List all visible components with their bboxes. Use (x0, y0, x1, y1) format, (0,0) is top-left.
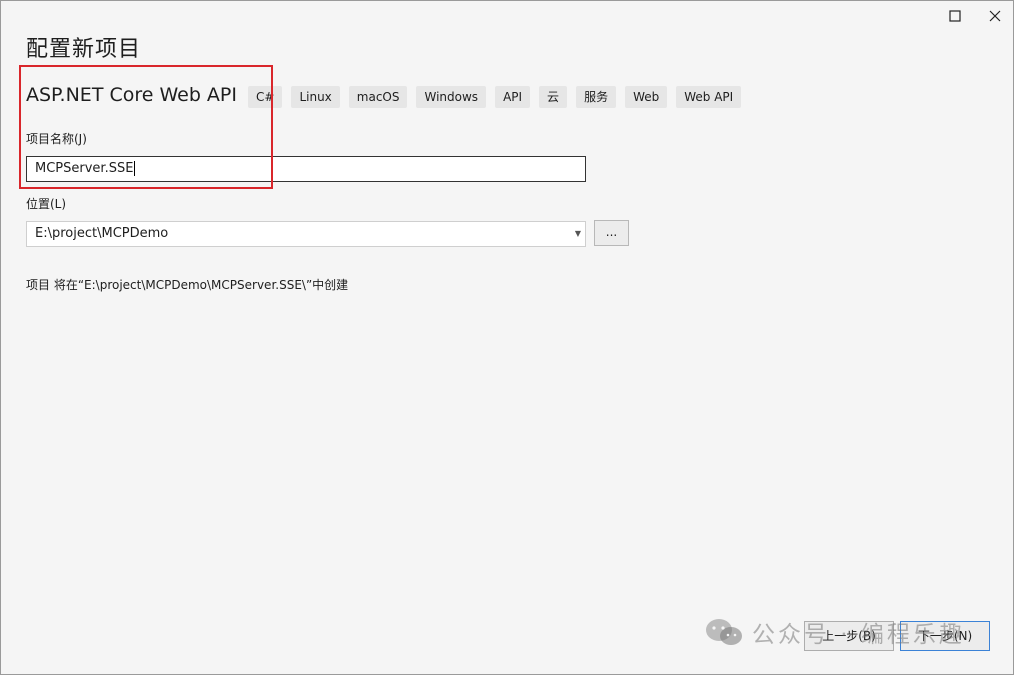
location-label: 位置(L) (26, 197, 67, 211)
next-button[interactable]: 下一步(N) (900, 621, 990, 651)
template-tags: C# Linux macOS Windows API 云 服务 Web Web … (248, 86, 742, 108)
close-icon (989, 10, 1001, 22)
chevron-down-icon[interactable]: ▼ (575, 222, 581, 246)
maximize-icon (949, 10, 961, 22)
tag-web: Web (625, 86, 668, 108)
tag-linux: Linux (291, 86, 340, 108)
tag-csharp: C# (248, 86, 283, 108)
dialog-window: 配置新项目 ASP.NET Core Web API C# Linux macO… (0, 0, 1014, 675)
wechat-icon (706, 619, 742, 645)
location-combobox[interactable]: E:\project\MCPDemo ▼ (26, 221, 586, 247)
tag-cloud: 云 (539, 86, 568, 108)
tag-windows: Windows (416, 86, 487, 108)
maximize-button[interactable] (942, 5, 968, 27)
tag-web-api: Web API (676, 86, 742, 108)
template-name: ASP.NET Core Web API (26, 84, 237, 106)
page-title: 配置新项目 (26, 37, 142, 62)
project-name-input[interactable]: MCPServer.SSE (26, 156, 586, 182)
project-name-value: MCPServer.SSE (35, 161, 134, 176)
tag-service: 服务 (576, 86, 617, 108)
tag-macos: macOS (348, 86, 408, 108)
text-caret (134, 161, 136, 176)
browse-button[interactable]: ... (594, 220, 629, 246)
close-button[interactable] (982, 5, 1008, 27)
create-location-message: 项目 将在“E:\project\MCPDemo\MCPServer.SSE\”… (26, 278, 349, 292)
project-name-label: 项目名称(J) (26, 132, 87, 146)
back-button[interactable]: 上一步(B) (804, 621, 894, 651)
tag-api: API (495, 86, 531, 108)
location-value: E:\project\MCPDemo (35, 226, 169, 241)
